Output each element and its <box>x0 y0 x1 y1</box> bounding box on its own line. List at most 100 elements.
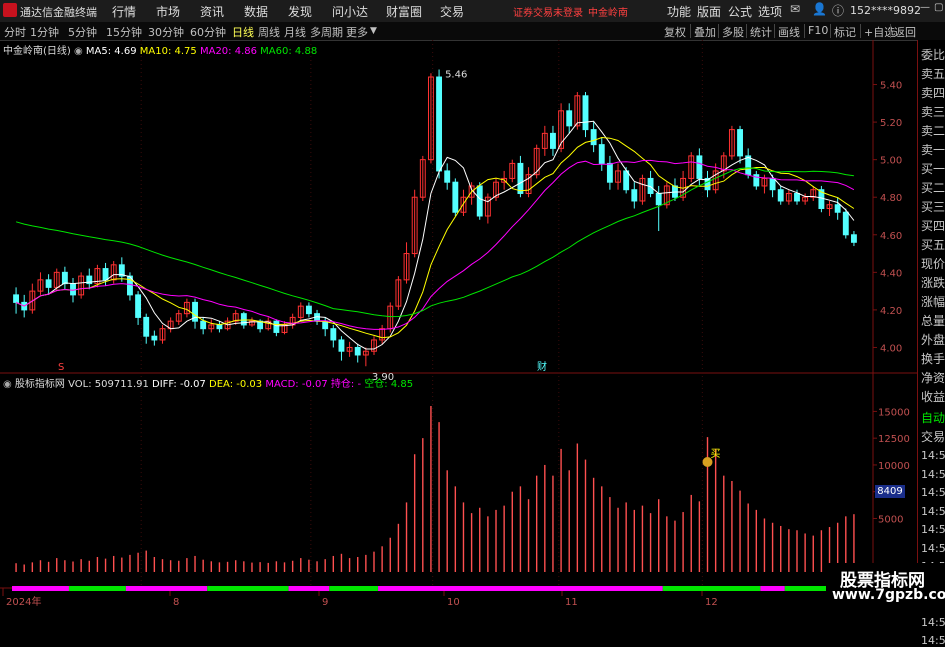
menu-data[interactable]: 数据 <box>244 3 268 20</box>
side-item-12: 涨跌 <box>921 276 945 290</box>
side-item-16: 换手 <box>921 352 945 366</box>
stock-period-label: 中金岭南(日线) <box>3 46 71 57</box>
date-tick-label: 2024年 <box>6 595 41 608</box>
menu-quotes[interactable]: 行情 <box>112 3 136 20</box>
indicator-name: 股标指标网 <box>14 379 65 390</box>
candle-body <box>305 305 312 315</box>
price-tick-label: 5.40 <box>880 81 902 92</box>
period-multi[interactable]: 多周期 <box>310 24 343 40</box>
event-marker-s: S <box>58 362 64 373</box>
period-15min[interactable]: 15分钟 <box>106 24 142 40</box>
candle-body <box>45 279 52 288</box>
period-60min[interactable]: 60分钟 <box>190 24 226 40</box>
tool-restore-rights[interactable]: 复权 <box>664 24 686 40</box>
vol-tick-label: 12500 <box>878 434 910 445</box>
ma60-line <box>15 167 854 318</box>
settings-icon[interactable]: ◉ <box>74 46 83 57</box>
menu-wenxiaoda[interactable]: 问小达 <box>332 3 368 20</box>
tool-mark[interactable]: 标记 <box>834 24 856 40</box>
menu-formula[interactable]: 公式 <box>728 3 752 20</box>
tool-f10[interactable]: F10 <box>808 24 828 37</box>
candle-body <box>354 346 361 356</box>
date-tick-label: 10 <box>447 597 460 608</box>
candle-body <box>452 181 459 213</box>
candle-body <box>102 268 109 281</box>
period-weekly[interactable]: 周线 <box>258 24 280 40</box>
tool-draw-line[interactable]: 画线 <box>778 24 800 40</box>
period-1min[interactable]: 1分钟 <box>30 24 59 40</box>
tool-overlay[interactable]: 叠加 <box>694 24 716 40</box>
menu-options[interactable]: 选项 <box>758 3 782 20</box>
dea-label: DEA: -0.03 <box>209 379 263 390</box>
side-item-8: 买三 <box>921 200 945 214</box>
price-tick-label: 4.60 <box>880 231 902 242</box>
candle-body <box>550 132 556 149</box>
tool-back[interactable]: 返回 <box>894 24 916 40</box>
period-30min[interactable]: 30分钟 <box>148 24 184 40</box>
menu-market[interactable]: 市场 <box>156 3 180 20</box>
menu-news[interactable]: 资讯 <box>200 3 224 20</box>
period-daily[interactable]: 日线 <box>232 24 254 40</box>
side-mode-1[interactable]: 交易 <box>921 428 945 445</box>
user-icon[interactable]: 👤 <box>812 2 827 16</box>
settings-icon[interactable]: ◉ <box>3 379 12 390</box>
candle-body <box>444 170 451 183</box>
date-tick-label: 11 <box>565 597 578 608</box>
candle-body <box>794 192 800 202</box>
period-intraday[interactable]: 分时 <box>4 24 26 40</box>
side-item-9: 买四 <box>921 219 945 233</box>
indicator-legend: ◉ 股标指标网 VOL: 509711.91 DIFF: -0.07 DEA: … <box>3 375 413 390</box>
menu-layout[interactable]: 版面 <box>697 3 721 20</box>
buy-signal-label: 买 <box>711 448 721 460</box>
date-tick-label: 8 <box>173 597 179 608</box>
price-tick-label: 4.20 <box>880 306 902 317</box>
macd-label: MACD: -0.07 <box>265 379 328 390</box>
candle-body <box>606 162 613 183</box>
candle-body <box>517 162 524 194</box>
candle-body <box>61 271 68 285</box>
price-tick-label: 5.00 <box>880 156 902 167</box>
chart-area[interactable]: 5.405.205.004.804.604.404.204.0015000125… <box>0 40 917 609</box>
side-item-11: 现价 <box>921 257 945 271</box>
user-id[interactable]: 152****9892 <box>850 4 921 17</box>
candle-body <box>834 204 841 213</box>
menu-wealth-circle[interactable]: 财富圈 <box>386 3 422 20</box>
side-item-4: 卖二 <box>921 124 945 138</box>
period-toolbar: 分时 1分钟 5分钟 15分钟 30分钟 60分钟 日线 周线 月线 多周期 更… <box>0 22 945 41</box>
login-status[interactable]: 证券交易未登录 <box>513 4 583 19</box>
minimize-icon[interactable]: — <box>920 2 930 13</box>
status-bar-segment <box>207 586 289 591</box>
message-icon[interactable]: ✉ <box>790 2 800 16</box>
watermark-url: www.7gpzb.com <box>832 587 945 603</box>
period-monthly[interactable]: 月线 <box>284 24 306 40</box>
status-bar-segment <box>662 586 761 591</box>
candle-body <box>13 294 20 303</box>
period-more[interactable]: 更多 <box>346 24 368 40</box>
maximize-icon[interactable]: ▢ <box>934 2 943 13</box>
info-icon[interactable]: ⓘ <box>832 2 844 19</box>
candle-body <box>745 155 752 176</box>
menu-trade[interactable]: 交易 <box>440 3 464 20</box>
ma20-label: MA20: 4.86 <box>199 46 257 57</box>
side-item-13: 涨幅 <box>921 295 945 309</box>
date-tick-label: 9 <box>322 597 328 608</box>
side-item-2: 卖四 <box>921 86 945 100</box>
side-item-7: 买二 <box>921 181 945 195</box>
candle-body <box>151 335 158 341</box>
candle-body <box>590 129 597 146</box>
chevron-down-icon[interactable]: ▼ <box>370 26 377 36</box>
menu-discover[interactable]: 发现 <box>288 3 312 20</box>
candle-body <box>737 129 743 157</box>
status-bar-segment <box>12 586 69 591</box>
side-mode-0[interactable]: 自动 <box>921 409 945 426</box>
period-5min[interactable]: 5分钟 <box>68 24 97 40</box>
candle-body <box>338 339 345 352</box>
title-bar: 通达信金融终端 行情 市场 资讯 数据 发现 问小达 财富圈 交易 证券交易未登… <box>0 0 945 23</box>
tool-multi-stock[interactable]: 多股 <box>722 24 744 40</box>
menu-function[interactable]: 功能 <box>667 3 691 20</box>
app-logo-icon <box>3 3 17 17</box>
candle-body <box>200 320 207 330</box>
diff-label: DIFF: -0.07 <box>152 379 206 390</box>
tick-time: 14:56 <box>921 504 945 518</box>
tool-statistics[interactable]: 统计 <box>750 24 772 40</box>
